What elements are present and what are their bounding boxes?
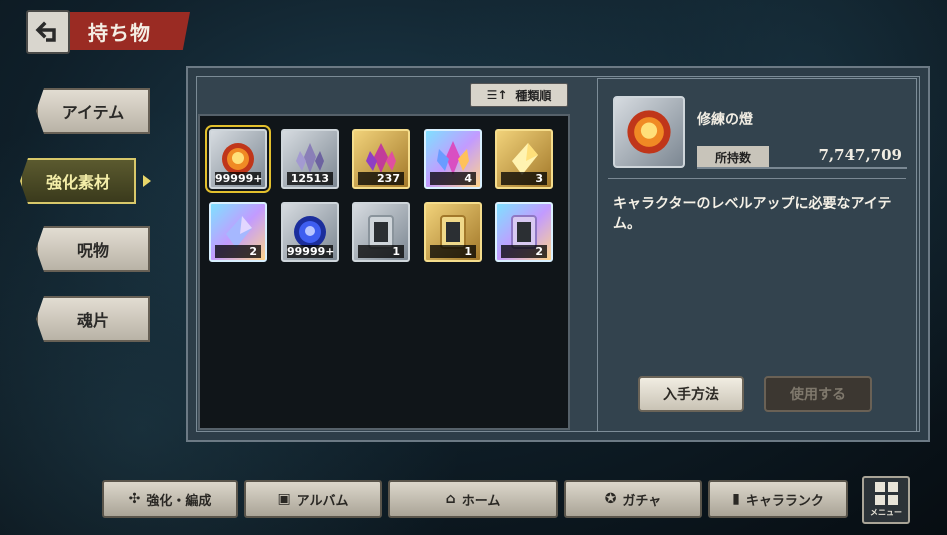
tab-enhance-materials-label: 強化素材 [45, 173, 110, 192]
nav-gacha[interactable]: ✪ ガチャ [564, 480, 702, 518]
back-arrow-icon [35, 21, 56, 42]
use-label: 使用する [790, 387, 846, 403]
item-quantity: 1 [430, 245, 476, 258]
owned-count-value: 7,747,709 [818, 146, 902, 164]
owned-count-label: 所持数 [697, 146, 769, 168]
item-slot[interactable]: 2 [495, 202, 553, 262]
item-description: キャラクターのレベルアップに必要なアイテム。 [613, 196, 892, 232]
item-slot[interactable]: 99999+ [281, 202, 339, 262]
home-icon: ⌂ [445, 491, 456, 507]
tab-cursed-items-label: 呪物 [76, 241, 109, 260]
tab-items-label: アイテム [61, 103, 125, 122]
nav-home-label: ホーム [461, 493, 501, 509]
detail-divider [608, 178, 906, 179]
item-slot[interactable]: 12513 [281, 129, 339, 189]
team-icon: ✣ [128, 491, 141, 507]
item-quantity: 2 [215, 245, 261, 258]
fire-orb-icon [627, 110, 671, 154]
tab-soul-fragments-label: 魂片 [76, 311, 109, 330]
nav-home[interactable]: ⌂ ホーム [388, 480, 558, 518]
item-slot[interactable]: 3 [495, 129, 553, 189]
item-quantity: 99999+ [215, 172, 263, 185]
item-quantity: 237 [358, 172, 404, 185]
tab-soul-fragments[interactable]: 魂片 [36, 296, 150, 342]
gacha-icon: ✪ [604, 491, 617, 507]
item-slot[interactable]: 99999+ [205, 125, 271, 193]
how-to-obtain-button[interactable]: 入手方法 [638, 376, 744, 412]
sort-label: 種類順 [515, 88, 552, 103]
detail-item-icon [613, 96, 685, 168]
sort-icon: ☰↑ [486, 88, 508, 102]
how-to-obtain-label: 入手方法 [663, 387, 719, 403]
item-slot[interactable]: 1 [424, 202, 482, 262]
page-title: 持ち物 [88, 20, 151, 45]
detail-item-name: 修練の燈 [697, 112, 753, 128]
item-quantity: 2 [501, 245, 547, 258]
item-quantity: 99999+ [287, 245, 335, 258]
active-tab-arrow-icon [143, 175, 151, 187]
menu-label: メニュー [870, 508, 902, 517]
character-rank-icon: ▮ [732, 491, 740, 507]
item-slot[interactable]: 1 [352, 202, 410, 262]
sort-button[interactable]: ☰↑ 種類順 [470, 83, 568, 107]
nav-enhance-label: 強化・編成 [146, 493, 212, 509]
tab-enhance-materials[interactable]: 強化素材 [20, 158, 136, 204]
item-slot[interactable]: 2 [209, 202, 267, 262]
item-quantity: 3 [501, 172, 547, 185]
title-banner: 持ち物 [70, 12, 190, 50]
owned-count-underline [697, 167, 907, 169]
menu-grid-icon [874, 482, 898, 505]
nav-character-rank[interactable]: ▮ キャラランク [708, 480, 848, 518]
nav-album-label: アルバム [296, 493, 349, 509]
album-icon: ▣ [277, 491, 291, 507]
item-quantity: 4 [430, 172, 476, 185]
tab-items[interactable]: アイテム [36, 88, 150, 134]
nav-enhance-formation[interactable]: ✣ 強化・編成 [102, 480, 238, 518]
back-button[interactable] [26, 10, 70, 54]
use-button[interactable]: 使用する [764, 376, 872, 412]
item-slot[interactable]: 237 [352, 129, 410, 189]
menu-button[interactable]: メニュー [862, 476, 910, 524]
nav-album[interactable]: ▣ アルバム [244, 480, 382, 518]
nav-rank-label: キャラランク [745, 493, 824, 509]
item-quantity: 1 [358, 245, 404, 258]
item-slot[interactable]: 4 [424, 129, 482, 189]
item-quantity: 12513 [287, 172, 333, 185]
tab-cursed-items[interactable]: 呪物 [36, 226, 150, 272]
nav-gacha-label: ガチャ [622, 493, 662, 509]
